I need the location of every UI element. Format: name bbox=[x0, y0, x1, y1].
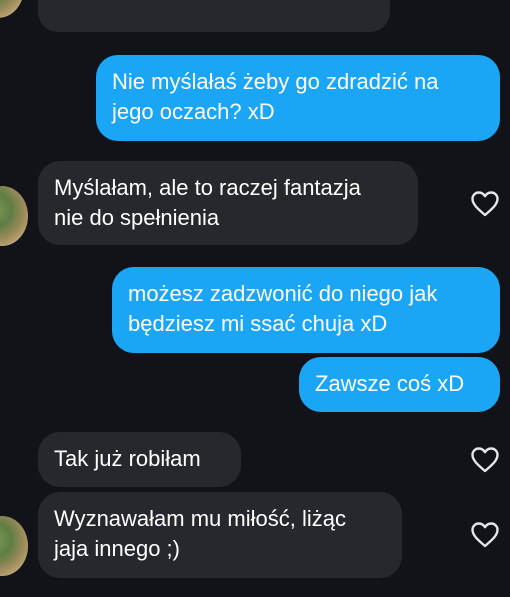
heart-outline-icon[interactable] bbox=[470, 190, 500, 218]
message-line: nie do spełnienia bbox=[54, 205, 220, 230]
message-bubble-incoming[interactable]: Wyznawałam mu miłość, liżąc jaja innego … bbox=[38, 492, 402, 578]
contact-avatar[interactable] bbox=[0, 186, 28, 246]
contact-avatar[interactable] bbox=[0, 0, 24, 18]
message-line: jego oczach? xD bbox=[112, 99, 275, 124]
message-line: Zawsze coś xD bbox=[315, 371, 465, 396]
message-line: Wyznawałam mu miłość, liżąc bbox=[54, 506, 346, 531]
message-line: Myślałam, ale to raczej fantazja bbox=[54, 175, 361, 200]
message-bubble-outgoing[interactable]: Nie myślałaś żeby go zdradzić na jego oc… bbox=[96, 55, 500, 141]
heart-outline-icon[interactable] bbox=[470, 446, 500, 474]
contact-avatar[interactable] bbox=[0, 516, 28, 576]
message-bubble-incoming[interactable]: Myślałam, ale to raczej fantazja nie do … bbox=[38, 161, 418, 245]
message-bubble-incoming-partial[interactable] bbox=[38, 0, 390, 32]
message-line: Tak już robiłam bbox=[54, 446, 201, 471]
message-line: będziesz mi ssać chuja xD bbox=[128, 311, 388, 336]
chat-thread: Nie myślałaś żeby go zdradzić na jego oc… bbox=[0, 0, 510, 597]
message-line: możesz zadzwonić do niego jak bbox=[128, 281, 438, 306]
message-line: jaja innego ;) bbox=[54, 536, 180, 561]
message-bubble-outgoing[interactable]: możesz zadzwonić do niego jak będziesz m… bbox=[112, 267, 500, 353]
message-bubble-incoming[interactable]: Tak już robiłam bbox=[38, 432, 241, 487]
heart-outline-icon[interactable] bbox=[470, 521, 500, 549]
message-bubble-outgoing[interactable]: Zawsze coś xD bbox=[299, 357, 500, 412]
message-line: Nie myślałaś żeby go zdradzić na bbox=[112, 69, 439, 94]
